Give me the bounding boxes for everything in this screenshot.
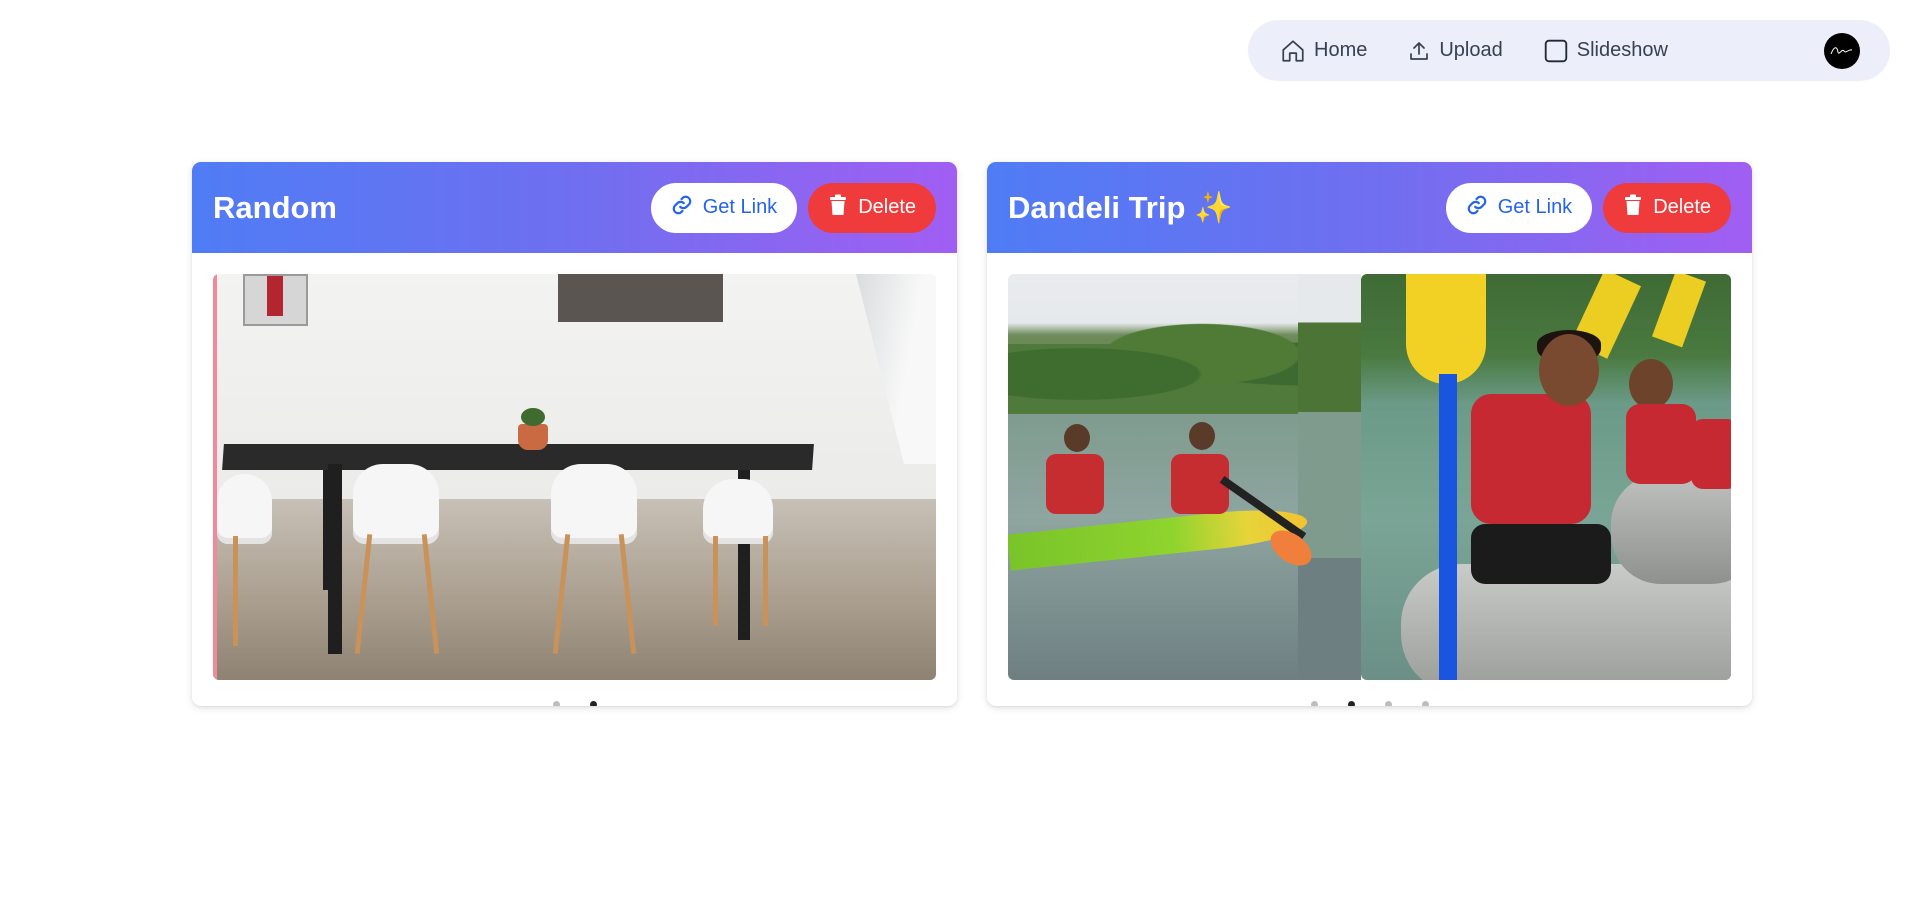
album-header: Random Get Link Delete bbox=[192, 162, 957, 253]
nav-upload[interactable]: Upload bbox=[1407, 39, 1503, 63]
album-body bbox=[987, 253, 1752, 706]
carousel-dot-active[interactable] bbox=[589, 701, 597, 706]
carousel-dot[interactable] bbox=[1421, 701, 1429, 706]
avatar[interactable] bbox=[1824, 32, 1860, 69]
slideshow-icon bbox=[1543, 38, 1569, 64]
album-header: Dandeli Trip ✨ Get Link Delete bbox=[987, 162, 1752, 253]
album-title: Random bbox=[213, 189, 337, 225]
nav-slideshow-label: Slideshow bbox=[1576, 39, 1668, 61]
carousel-photo bbox=[213, 274, 936, 680]
photo-carousel[interactable] bbox=[1008, 274, 1731, 680]
album-title: Dandeli Trip ✨ bbox=[1008, 190, 1233, 225]
album-card: Random Get Link Delete bbox=[192, 162, 957, 706]
get-link-label: Get Link bbox=[1497, 196, 1573, 218]
nav-home-label: Home bbox=[1314, 39, 1368, 61]
photo-carousel[interactable] bbox=[213, 274, 936, 680]
carousel-dot[interactable] bbox=[1310, 701, 1318, 706]
link-icon bbox=[671, 194, 693, 222]
home-icon bbox=[1280, 38, 1306, 64]
carousel-photo bbox=[1361, 274, 1731, 680]
get-link-label: Get Link bbox=[702, 196, 778, 218]
carousel-dots bbox=[1008, 701, 1731, 706]
delete-button[interactable]: Delete bbox=[808, 182, 936, 233]
nav-upload-label: Upload bbox=[1439, 39, 1503, 61]
upload-icon bbox=[1407, 39, 1431, 63]
nav-home[interactable]: Home bbox=[1280, 38, 1367, 64]
link-icon bbox=[1466, 194, 1488, 222]
delete-label: Delete bbox=[858, 196, 916, 218]
trash-icon bbox=[828, 194, 848, 222]
carousel-dot-active[interactable] bbox=[1347, 701, 1355, 706]
delete-label: Delete bbox=[1653, 196, 1711, 218]
carousel-dots bbox=[213, 701, 936, 706]
top-nav: Home Upload Slideshow bbox=[1248, 20, 1890, 81]
album-body bbox=[192, 253, 957, 706]
nav-slideshow[interactable]: Slideshow bbox=[1543, 38, 1668, 64]
trash-icon bbox=[1623, 194, 1643, 222]
carousel-photo bbox=[1008, 274, 1361, 680]
get-link-button[interactable]: Get Link bbox=[1445, 182, 1593, 233]
album-card: Dandeli Trip ✨ Get Link Delete bbox=[987, 162, 1752, 706]
carousel-dot[interactable] bbox=[552, 701, 560, 706]
carousel-dot[interactable] bbox=[1384, 701, 1392, 706]
get-link-button[interactable]: Get Link bbox=[650, 182, 798, 233]
delete-button[interactable]: Delete bbox=[1603, 182, 1731, 233]
